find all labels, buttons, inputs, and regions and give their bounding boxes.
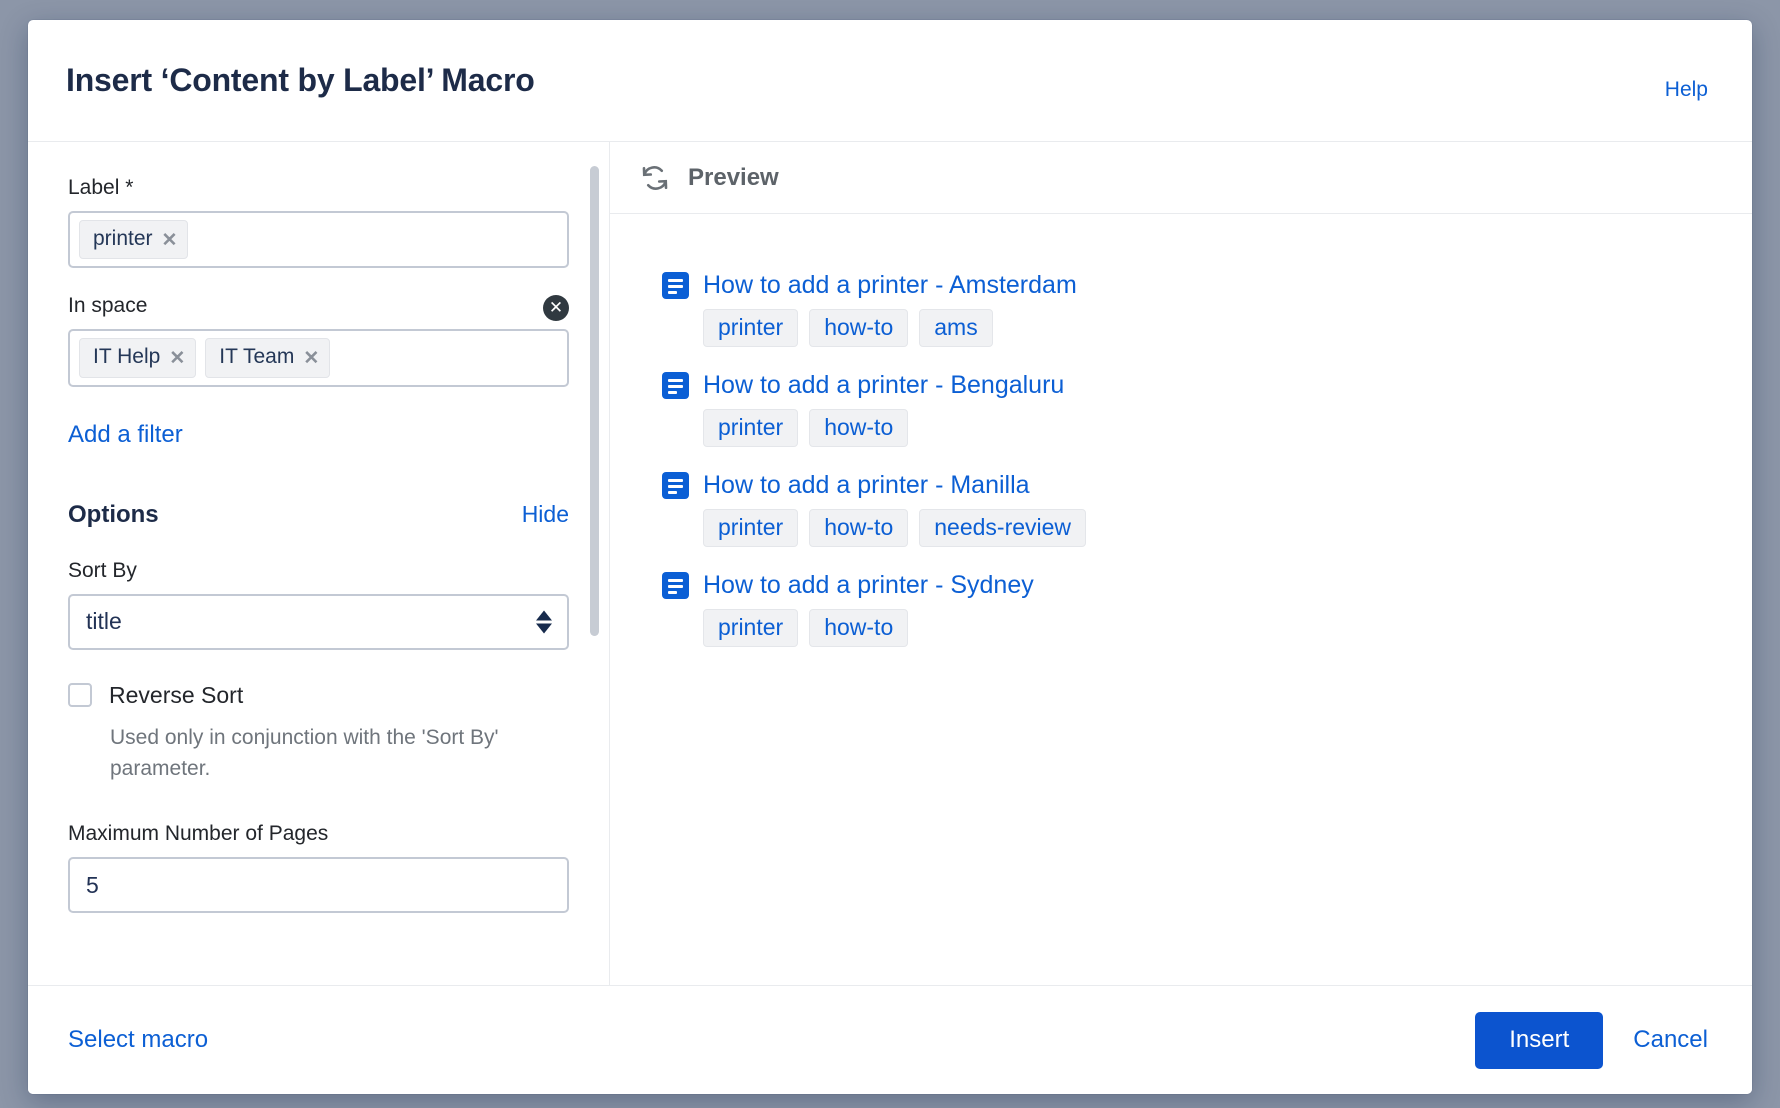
label-chip[interactable]: printer [703, 308, 799, 348]
space-token-it-help[interactable]: IT Help ✕ [79, 338, 197, 378]
sort-by-select[interactable]: title [68, 593, 569, 650]
max-pages-input[interactable]: 5 [68, 857, 569, 914]
label-chip[interactable]: how-to [809, 408, 909, 448]
result-labels: printer how-to needs-review [703, 508, 1712, 548]
options-header: Options Hide [68, 501, 569, 529]
preview-panel: Preview How to add a printer - Amsterdam… [610, 142, 1752, 985]
reverse-sort-checkbox[interactable] [68, 683, 92, 708]
help-link[interactable]: Help [1665, 78, 1708, 102]
close-icon[interactable]: ✕ [303, 349, 319, 368]
label-field-label: Label * [68, 176, 134, 199]
label-chip[interactable]: how-to [809, 508, 909, 548]
result-title-link[interactable]: How to add a printer - Amsterdam [703, 271, 1077, 300]
label-chip[interactable]: how-to [809, 308, 909, 348]
reverse-sort-label: Reverse Sort [109, 681, 244, 708]
result-row: How to add a printer - Manilla [662, 472, 1712, 500]
result-title-link[interactable]: How to add a printer - Sydney [703, 572, 1034, 600]
options-title: Options [68, 500, 159, 528]
space-field-label: In space [68, 294, 148, 318]
page-title: Insert ‘Content by Label’ Macro [66, 62, 535, 98]
dialog-header: Insert ‘Content by Label’ Macro Help [28, 20, 1752, 142]
dialog-body: Label * printer ✕ In space ✕ IT Help ✕ I… [28, 142, 1752, 986]
max-pages-group: Maximum Number of Pages 5 [68, 822, 569, 914]
form-scrollbar-thumb[interactable] [590, 166, 599, 636]
space-token-it-team[interactable]: IT Team ✕ [205, 338, 331, 378]
reverse-sort-row: Reverse Sort [68, 682, 569, 709]
label-chip[interactable]: ams [919, 308, 993, 348]
result-labels: printer how-to [703, 408, 1712, 448]
label-input[interactable]: printer ✕ [68, 211, 569, 269]
result-row: How to add a printer - Bengaluru [662, 372, 1712, 400]
page-icon [662, 472, 689, 500]
preview-title: Preview [688, 163, 779, 191]
label-chip[interactable]: printer [703, 608, 799, 648]
reverse-sort-help: Used only in conjunction with the 'Sort … [110, 725, 499, 780]
page-icon [662, 272, 689, 300]
label-field-group: Label * printer ✕ [68, 176, 569, 269]
page-icon [662, 572, 689, 600]
max-pages-label: Maximum Number of Pages [68, 822, 329, 846]
space-token-text: IT Help [93, 345, 161, 369]
label-chip[interactable]: printer [703, 508, 799, 548]
result-row: How to add a printer - Sydney [662, 572, 1712, 600]
preview-results-list: How to add a printer - Amsterdam printer… [610, 214, 1752, 985]
label-token-printer[interactable]: printer ✕ [79, 220, 189, 260]
sort-by-label: Sort By [68, 558, 137, 582]
dialog-footer: Select macro Insert Cancel [28, 986, 1752, 1094]
macro-parameters-form: Label * printer ✕ In space ✕ IT Help ✕ I… [28, 142, 610, 985]
refresh-icon[interactable] [640, 163, 670, 193]
space-token-text: IT Team [219, 345, 295, 369]
footer-left: Select macro [68, 1026, 1475, 1054]
result-labels: printer how-to ams [703, 308, 1712, 348]
result-title-link[interactable]: How to add a printer - Bengaluru [703, 372, 1064, 400]
page-icon [662, 372, 689, 400]
close-icon[interactable]: ✕ [169, 349, 185, 368]
select-macro-link[interactable]: Select macro [68, 1026, 208, 1054]
result-labels: printer how-to [703, 608, 1712, 648]
list-item: How to add a printer - Bengaluru printer… [662, 372, 1712, 448]
label-chip[interactable]: needs-review [919, 508, 1087, 548]
sort-by-group: Sort By title [68, 559, 569, 650]
insert-macro-dialog: Insert ‘Content by Label’ Macro Help Lab… [28, 20, 1752, 1094]
chevron-updown-icon[interactable] [536, 610, 552, 634]
add-filter-row: Add a filter [68, 421, 569, 449]
close-icon[interactable]: ✕ [162, 231, 178, 250]
form-scrollbar[interactable] [590, 166, 599, 961]
max-pages-value: 5 [86, 871, 99, 898]
preview-header: Preview [610, 142, 1752, 214]
result-row: How to add a printer - Amsterdam [662, 271, 1712, 300]
sort-by-value: title [86, 608, 122, 635]
list-item: How to add a printer - Manilla printer h… [662, 472, 1712, 548]
result-title-link[interactable]: How to add a printer - Manilla [703, 472, 1030, 500]
space-field-group: In space ✕ IT Help ✕ IT Team ✕ [68, 294, 569, 387]
label-chip[interactable]: how-to [809, 608, 909, 648]
space-input[interactable]: IT Help ✕ IT Team ✕ [68, 329, 569, 387]
add-filter-link[interactable]: Add a filter [68, 421, 183, 449]
label-token-text: printer [93, 227, 153, 250]
insert-button[interactable]: Insert [1475, 1011, 1604, 1069]
sort-by-select-wrap: title [68, 593, 569, 650]
list-item: How to add a printer - Amsterdam printer… [662, 271, 1712, 348]
list-item: How to add a printer - Sydney printer ho… [662, 572, 1712, 648]
label-chip[interactable]: printer [703, 408, 799, 448]
hide-options-link[interactable]: Hide [522, 501, 569, 528]
cancel-button[interactable]: Cancel [1633, 1026, 1708, 1054]
